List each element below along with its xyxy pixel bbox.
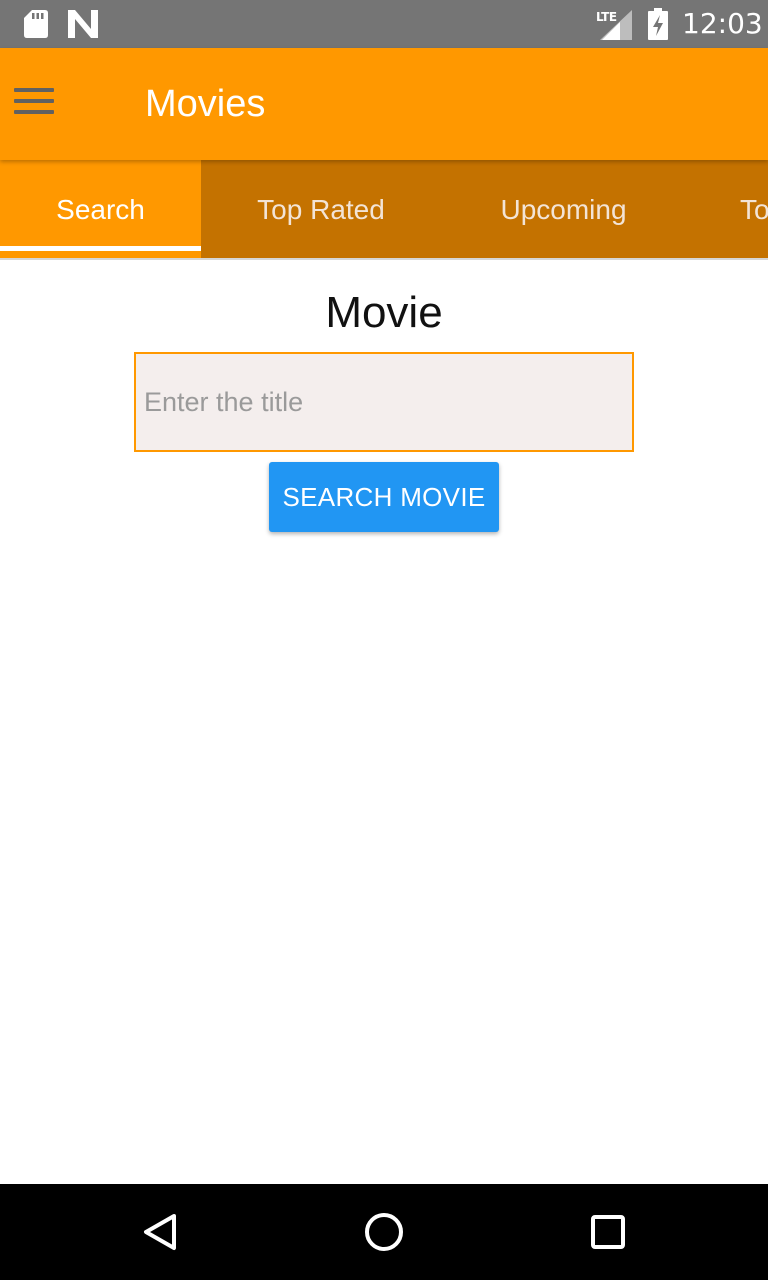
back-icon[interactable] xyxy=(136,1208,184,1256)
app-title: Movies xyxy=(145,83,266,125)
tab-bar: Search Top Rated Upcoming To xyxy=(0,160,768,258)
tab-upcoming[interactable]: Upcoming xyxy=(441,160,686,258)
search-movie-button[interactable]: SEARCH MOVIE xyxy=(269,462,499,532)
page-heading: Movie xyxy=(325,288,443,337)
title-search-input[interactable] xyxy=(134,352,634,452)
app-bar: Movies xyxy=(0,48,768,160)
status-clock: 12:03 xyxy=(682,7,763,40)
n-notification-icon xyxy=(68,10,98,38)
sd-card-icon xyxy=(24,10,48,38)
signal-icon xyxy=(600,10,632,40)
tab-search[interactable]: Search xyxy=(0,160,201,258)
status-bar: LTE 12:03 xyxy=(0,0,768,48)
system-nav-bar xyxy=(0,1184,768,1280)
hamburger-menu-icon[interactable] xyxy=(14,88,56,120)
tab-divider xyxy=(0,258,768,260)
tab-partial[interactable]: To xyxy=(740,160,768,258)
home-icon[interactable] xyxy=(360,1208,408,1256)
tab-top-rated[interactable]: Top Rated xyxy=(201,160,441,258)
battery-icon xyxy=(648,8,668,40)
recents-icon[interactable] xyxy=(584,1208,632,1256)
active-tab-indicator xyxy=(0,246,201,251)
